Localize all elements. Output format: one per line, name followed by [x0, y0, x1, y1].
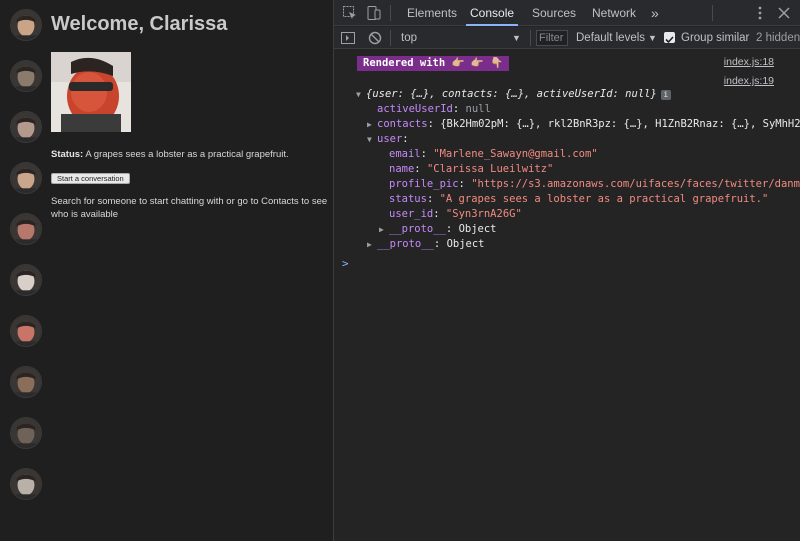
contact-avatar[interactable]	[10, 468, 42, 500]
contact-avatar[interactable]	[10, 315, 42, 347]
device-toolbar-icon[interactable]	[366, 5, 382, 21]
inspect-element-icon[interactable]	[342, 5, 358, 21]
rendered-log-badge: Rendered with 👉🏼 👉🏼 👇🏼	[357, 56, 510, 71]
prop-name: name: "Clarissa Lueilwitz"	[389, 163, 554, 175]
expand-triangle-icon[interactable]: ▶	[367, 117, 377, 132]
contact-avatar[interactable]	[10, 366, 42, 398]
empty-state-hint: Search for someone to start chatting wit…	[51, 196, 328, 220]
devtools-panel: Elements Console Sources Network » top ▼…	[333, 0, 800, 541]
avatar-image	[11, 163, 41, 193]
prop-root-proto[interactable]: ▶ __proto__: Object	[367, 237, 485, 252]
collapse-triangle-icon[interactable]: ▼	[356, 87, 366, 102]
expand-triangle-icon[interactable]: ▶	[367, 237, 377, 252]
chevron-down-icon[interactable]: ▼	[512, 27, 521, 49]
filter-input[interactable]: Filter	[536, 30, 568, 46]
avatar-image	[11, 265, 41, 295]
toolbar-divider	[390, 30, 391, 46]
kebab-menu-icon[interactable]	[752, 5, 768, 21]
devtools-tab-bar: Elements Console Sources Network »	[334, 0, 800, 26]
tab-divider	[390, 5, 391, 21]
contacts-avatar-rail	[0, 0, 50, 541]
state-object-summary[interactable]: ▼ {user: {…}, contacts: {…}, activeUserId…	[356, 87, 671, 102]
status-text: A grapes sees a lobster as a practical g…	[85, 149, 289, 160]
clear-console-icon[interactable]	[367, 30, 383, 46]
info-icon: i	[660, 90, 671, 100]
log-levels-select[interactable]: Default levels	[576, 27, 645, 49]
source-link[interactable]: index.js:18	[724, 56, 774, 68]
chevron-down-icon[interactable]: ▼	[648, 27, 657, 49]
avatar-image	[11, 61, 41, 91]
chat-app-panel: Welcome, Clarissa Status: A grapes sees …	[0, 0, 333, 541]
close-icon[interactable]	[776, 5, 792, 21]
avatar-image	[11, 316, 41, 346]
avatar-image	[11, 112, 41, 142]
avatar-image	[11, 469, 41, 499]
toolbar-divider	[530, 30, 531, 46]
prop-status: status: "A grapes sees a lobster as a pr…	[389, 193, 769, 205]
console-toolbar: top ▼ Filter Default levels ▼ Group simi…	[334, 27, 800, 49]
more-tabs-button[interactable]: »	[651, 0, 659, 26]
tab-network[interactable]: Network	[592, 0, 636, 26]
context-select[interactable]: top	[401, 27, 417, 49]
source-link[interactable]: index.js:19	[724, 75, 774, 87]
contact-avatar[interactable]	[10, 9, 42, 41]
contact-avatar[interactable]	[10, 162, 42, 194]
avatar-image	[11, 10, 41, 40]
prop-email: email: "Marlene_Sawayn@gmail.com"	[389, 148, 598, 160]
contact-avatar[interactable]	[10, 264, 42, 296]
contact-avatar[interactable]	[10, 213, 42, 245]
contact-avatar[interactable]	[10, 111, 42, 143]
console-prompt[interactable]: >	[342, 257, 349, 270]
prop-activeUserId: activeUserId: null	[377, 103, 491, 115]
prop-user[interactable]: ▼ user:	[367, 132, 409, 147]
console-output: Rendered with 👉🏼 👉🏼 👇🏼 index.js:18 index…	[334, 50, 800, 541]
collapse-triangle-icon[interactable]: ▼	[367, 132, 377, 147]
welcome-heading: Welcome, Clarissa	[51, 13, 228, 35]
status-label: Status:	[51, 149, 84, 160]
tab-elements[interactable]: Elements	[407, 0, 457, 26]
contact-avatar[interactable]	[10, 60, 42, 92]
prop-profile-pic: profile_pic: "https://s3.amazonaws.com/u…	[389, 178, 800, 190]
start-conversation-button[interactable]: Start a conversation	[51, 173, 130, 184]
prop-user-proto[interactable]: ▶ __proto__: Object	[379, 222, 497, 237]
tab-sources[interactable]: Sources	[532, 0, 576, 26]
prop-user-id: user_id: "Syn3rnA26G"	[389, 208, 522, 220]
expand-triangle-icon[interactable]: ▶	[379, 222, 389, 237]
tab-divider	[712, 5, 713, 21]
prop-contacts[interactable]: ▶ contacts: {Bk2Hm02pM: {…}, rkl2BnR3pz: …	[367, 117, 800, 132]
group-similar-checkbox[interactable]	[664, 32, 675, 44]
profile-picture	[51, 52, 131, 132]
avatar-image	[11, 214, 41, 244]
sidebar-toggle-icon[interactable]	[340, 30, 356, 46]
status-line: Status: A grapes sees a lobster as a pra…	[51, 149, 289, 160]
hidden-count: 2 hidden	[756, 32, 800, 44]
avatar-image	[11, 418, 41, 448]
contact-avatar[interactable]	[10, 417, 42, 449]
avatar-image	[11, 367, 41, 397]
tab-console[interactable]: Console	[466, 0, 519, 26]
group-similar-label: Group similar	[681, 32, 750, 44]
